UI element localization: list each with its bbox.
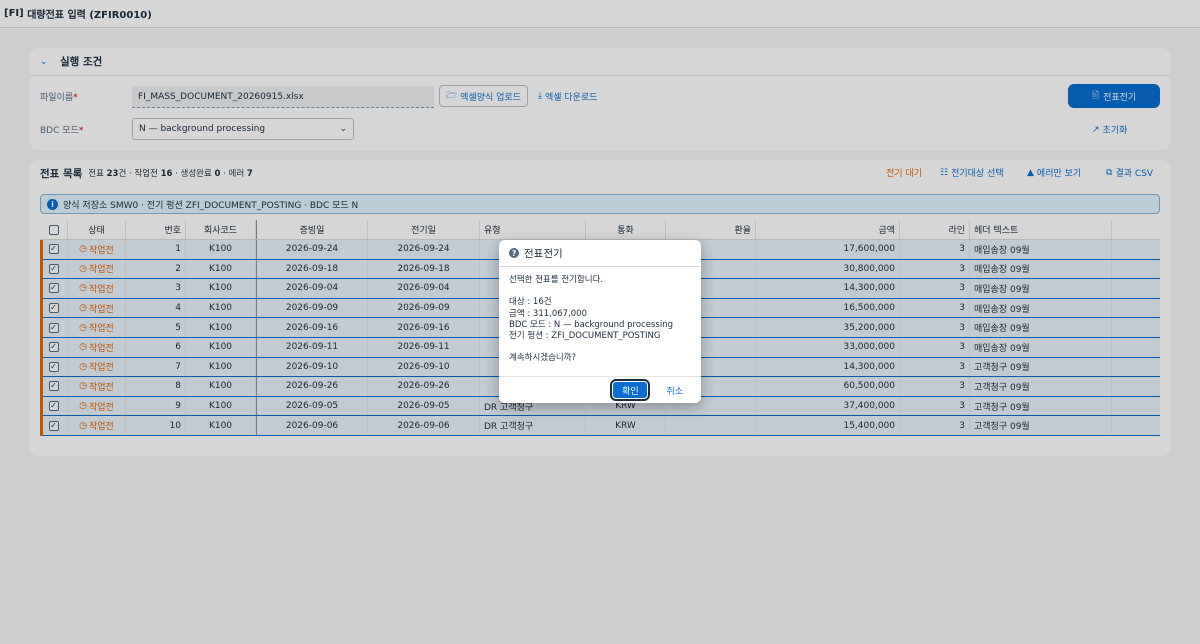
dialog-title: 전표전기 (524, 247, 563, 260)
dialog-body: 선택한 전표를 전기합니다. 대상 : 16건 금액 : 311,067,000… (499, 267, 701, 373)
cancel-button[interactable]: 취소 (666, 384, 683, 397)
dialog-footer: 확인 취소 (499, 376, 701, 403)
dialog-amount: 금액 : 311,067,000 (509, 308, 587, 319)
confirm-button[interactable]: 확인 (610, 379, 651, 401)
dialog-message: 선택한 전표를 전기합니다. (509, 275, 604, 285)
post-confirm-dialog: ? 전표전기 선택한 전표를 전기합니다. 대상 : 16건 금액 : 311,… (499, 240, 701, 403)
dialog-question: 계속하시겠습니까? (509, 353, 577, 364)
dialog-bdc-mode: BDC 모드 : N — background processing (509, 319, 673, 330)
dialog-target-count: 대상 : 16건 (509, 297, 552, 308)
dialog-header: ? 전표전기 (499, 240, 701, 267)
question-icon: ? (509, 248, 519, 258)
dialog-posting-function: 전기 펑션 : ZFI_DOCUMENT_POSTING (509, 331, 661, 342)
